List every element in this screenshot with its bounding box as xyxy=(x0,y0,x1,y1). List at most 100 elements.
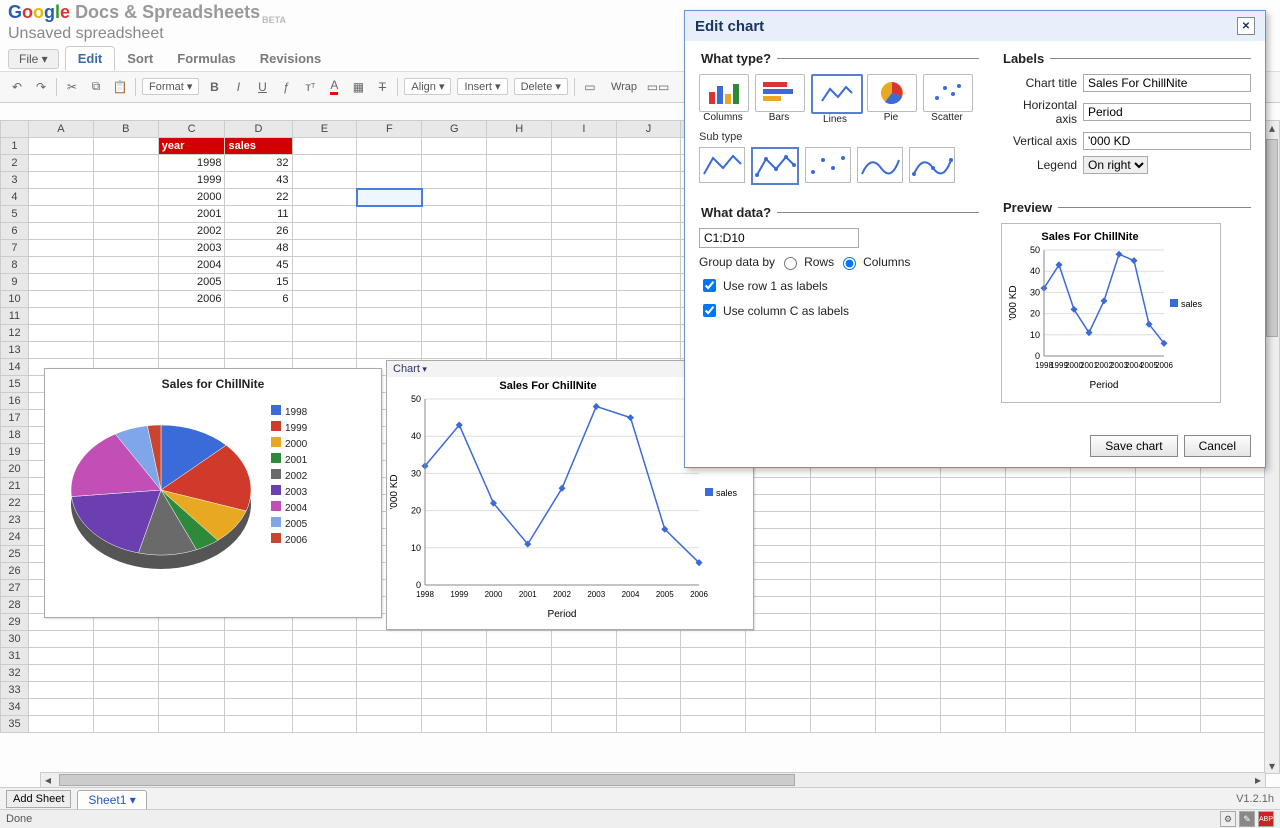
row-header[interactable]: 11 xyxy=(1,308,29,325)
column-header[interactable]: H xyxy=(487,121,552,138)
cell[interactable] xyxy=(93,274,158,291)
cell[interactable] xyxy=(357,206,422,223)
cell[interactable] xyxy=(28,291,93,308)
cell[interactable] xyxy=(616,648,681,665)
cell[interactable] xyxy=(357,274,422,291)
cell[interactable] xyxy=(158,325,225,342)
cell[interactable] xyxy=(28,172,93,189)
cell[interactable] xyxy=(616,308,681,325)
row-header[interactable]: 22 xyxy=(1,495,29,512)
cell[interactable] xyxy=(941,665,1006,682)
cell[interactable] xyxy=(746,614,811,631)
row-header[interactable]: 16 xyxy=(1,393,29,410)
cell[interactable] xyxy=(746,665,811,682)
cell[interactable] xyxy=(357,342,422,359)
scroll-down-icon[interactable]: ▾ xyxy=(1269,759,1275,773)
dialog-titlebar[interactable]: Edit chart ✕ xyxy=(685,11,1265,41)
cell[interactable]: 2005 xyxy=(158,274,225,291)
cell[interactable] xyxy=(810,563,875,580)
chart-title-input[interactable] xyxy=(1083,74,1251,92)
row-header[interactable]: 20 xyxy=(1,461,29,478)
cell[interactable] xyxy=(1070,665,1135,682)
row-header[interactable]: 4 xyxy=(1,189,29,206)
cell[interactable] xyxy=(746,580,811,597)
cell[interactable] xyxy=(422,631,487,648)
cell[interactable] xyxy=(357,138,422,155)
cell[interactable] xyxy=(1200,512,1265,529)
cell[interactable] xyxy=(487,682,552,699)
cell[interactable] xyxy=(292,716,357,733)
cell[interactable]: 1999 xyxy=(158,172,225,189)
cell[interactable] xyxy=(1070,631,1135,648)
chart-menu[interactable]: Chart xyxy=(393,363,427,375)
cell[interactable] xyxy=(93,257,158,274)
cell[interactable] xyxy=(357,291,422,308)
row-header[interactable]: 19 xyxy=(1,444,29,461)
cell[interactable] xyxy=(681,648,746,665)
cell[interactable] xyxy=(746,495,811,512)
cell[interactable] xyxy=(746,716,811,733)
cell[interactable] xyxy=(487,308,552,325)
cell[interactable] xyxy=(158,648,225,665)
tab-revisions[interactable]: Revisions xyxy=(248,47,333,70)
row-header[interactable]: 27 xyxy=(1,580,29,597)
cell[interactable] xyxy=(1200,614,1265,631)
cell[interactable] xyxy=(28,206,93,223)
cell[interactable] xyxy=(422,189,487,206)
cell[interactable] xyxy=(876,495,941,512)
cell[interactable] xyxy=(292,699,357,716)
cell[interactable] xyxy=(876,682,941,699)
data-range-input[interactable] xyxy=(699,228,859,248)
cell[interactable] xyxy=(1070,529,1135,546)
cell[interactable] xyxy=(292,291,357,308)
cell[interactable] xyxy=(1006,478,1071,495)
cell[interactable] xyxy=(1200,597,1265,614)
cell[interactable] xyxy=(93,138,158,155)
row-header[interactable]: 7 xyxy=(1,240,29,257)
cell[interactable] xyxy=(1135,665,1200,682)
cell[interactable] xyxy=(487,240,552,257)
cell[interactable] xyxy=(746,699,811,716)
column-header[interactable]: I xyxy=(552,121,616,138)
cell[interactable] xyxy=(552,631,616,648)
wrap-toggle[interactable]: Wrap xyxy=(605,80,643,94)
cell[interactable] xyxy=(1070,495,1135,512)
cell[interactable] xyxy=(93,291,158,308)
cell[interactable] xyxy=(746,648,811,665)
cell[interactable] xyxy=(616,665,681,682)
cell[interactable] xyxy=(810,580,875,597)
cell[interactable] xyxy=(810,478,875,495)
cell[interactable] xyxy=(93,665,158,682)
cell[interactable] xyxy=(225,699,292,716)
cell[interactable] xyxy=(746,512,811,529)
cell[interactable] xyxy=(1006,699,1071,716)
row-header[interactable]: 12 xyxy=(1,325,29,342)
cell[interactable] xyxy=(487,342,552,359)
cell[interactable] xyxy=(746,631,811,648)
cell[interactable] xyxy=(746,682,811,699)
cell[interactable] xyxy=(1070,512,1135,529)
cell[interactable] xyxy=(552,274,616,291)
cell[interactable] xyxy=(422,308,487,325)
cell[interactable] xyxy=(1070,597,1135,614)
cancel-button[interactable]: Cancel xyxy=(1184,435,1251,457)
cell[interactable] xyxy=(616,716,681,733)
row-header[interactable]: 29 xyxy=(1,614,29,631)
cell[interactable] xyxy=(876,478,941,495)
cell[interactable] xyxy=(357,172,422,189)
cell[interactable] xyxy=(158,716,225,733)
cell[interactable] xyxy=(552,648,616,665)
chart-subtype-0[interactable] xyxy=(699,147,745,183)
cell[interactable]: 26 xyxy=(225,223,292,240)
cell[interactable] xyxy=(422,648,487,665)
cell[interactable] xyxy=(1006,512,1071,529)
chart-subtype-3[interactable] xyxy=(857,147,903,183)
row-header[interactable]: 30 xyxy=(1,631,29,648)
tray-icon[interactable]: ✎ xyxy=(1239,811,1255,827)
cell[interactable] xyxy=(225,665,292,682)
cell[interactable] xyxy=(941,682,1006,699)
row-header[interactable]: 3 xyxy=(1,172,29,189)
cell[interactable] xyxy=(941,716,1006,733)
cell[interactable] xyxy=(225,342,292,359)
cell[interactable] xyxy=(292,342,357,359)
